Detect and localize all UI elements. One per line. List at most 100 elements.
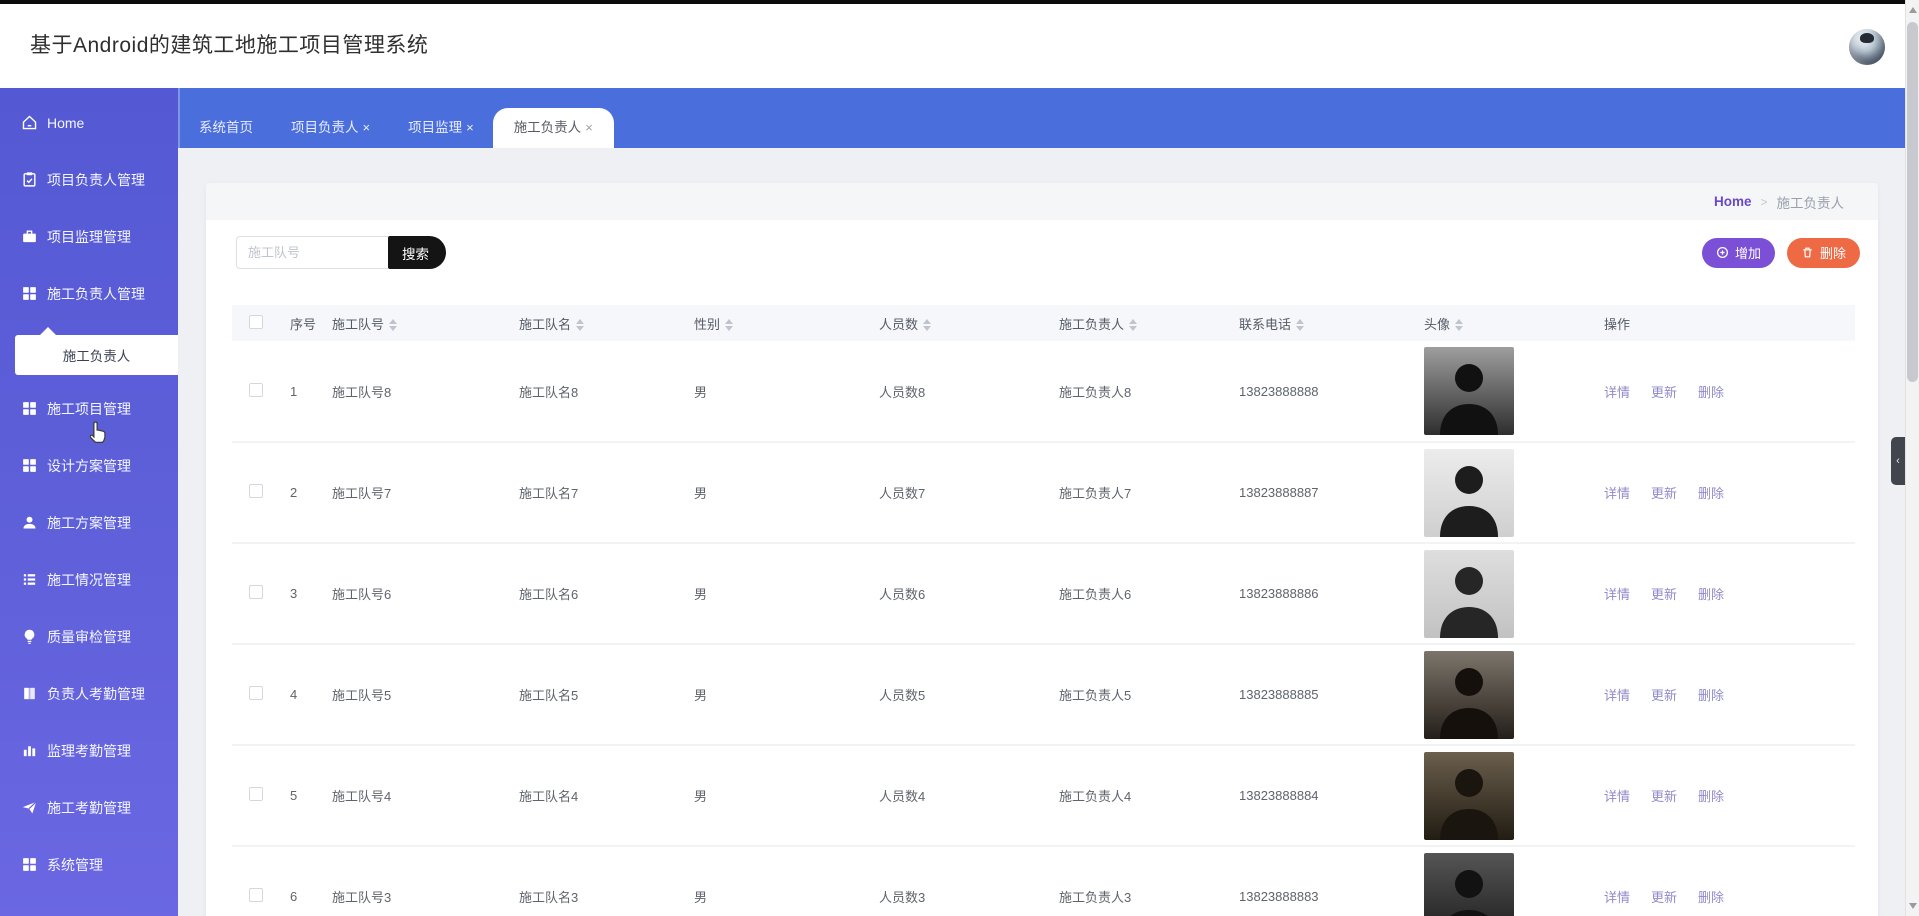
update-link[interactable]: 更新 — [1651, 890, 1677, 905]
tab-close-icon[interactable]: × — [466, 108, 474, 148]
cell-headcount: 人员数5 — [867, 644, 1047, 746]
tab-4[interactable]: 施工负责人 × — [492, 108, 614, 148]
table-row: 6 施工队号3 施工队名3 男 人员数3 施工负责人3 13823888883 … — [232, 846, 1855, 916]
sidebar-item-label: 项目监理管理 — [47, 228, 131, 245]
user-avatar[interactable] — [1849, 29, 1885, 65]
sort-caret-icon[interactable] — [923, 319, 932, 332]
tab-label: 施工负责人 — [513, 120, 582, 135]
delete-link[interactable]: 删除 — [1698, 486, 1724, 501]
cell-leader: 施工负责人3 — [1047, 846, 1227, 916]
update-link[interactable]: 更新 — [1651, 587, 1677, 602]
update-link[interactable]: 更新 — [1651, 486, 1677, 501]
column-header-6[interactable]: 施工负责人 — [1047, 305, 1227, 341]
sidebar-item-label: 系统管理 — [47, 856, 103, 873]
sidebar-item-3[interactable]: 项目监理管理 — [0, 208, 178, 265]
cell-avatar — [1412, 846, 1592, 916]
row-checkbox[interactable] — [249, 484, 263, 498]
delete-link[interactable]: 删除 — [1698, 789, 1724, 804]
sidebar-item-12[interactable]: 施工考勤管理 — [0, 779, 178, 836]
row-checkbox[interactable] — [249, 585, 263, 599]
column-label: 联系电话 — [1239, 316, 1292, 332]
delete-button[interactable]: 删除 — [1786, 237, 1860, 268]
add-button-label: 增加 — [1734, 246, 1761, 261]
detail-link[interactable]: 详情 — [1604, 385, 1630, 400]
person-silhouette-icon — [1449, 869, 1489, 916]
person-silhouette-icon — [1440, 465, 1498, 537]
home-icon — [21, 114, 38, 131]
column-header-7[interactable]: 联系电话 — [1227, 305, 1412, 341]
cell-avatar — [1412, 644, 1592, 746]
column-header-4[interactable]: 性别 — [682, 305, 867, 341]
tab-3[interactable]: 项目监理 × — [389, 108, 493, 148]
column-header-5[interactable]: 人员数 — [867, 305, 1047, 341]
update-link[interactable]: 更新 — [1651, 385, 1677, 400]
sidebar-item-2[interactable]: 项目负责人管理 — [0, 151, 178, 208]
sidebar-item-11[interactable]: 监理考勤管理 — [0, 722, 178, 779]
sidebar-item-7[interactable]: 施工方案管理 — [0, 494, 178, 551]
breadcrumb-home-link[interactable]: Home — [1714, 194, 1752, 209]
cell-headcount: 人员数8 — [867, 341, 1047, 443]
toolbar: 搜索 增加 删除 — [206, 236, 1878, 269]
detail-link[interactable]: 详情 — [1604, 890, 1630, 905]
add-button[interactable]: 增加 — [1701, 237, 1775, 268]
column-header-2[interactable]: 施工队号 — [320, 305, 507, 341]
sort-caret-icon[interactable] — [1296, 319, 1305, 332]
grid-icon — [21, 856, 38, 873]
row-checkbox[interactable] — [249, 888, 263, 902]
sidebar-item-label: 质量审检管理 — [47, 628, 131, 645]
search-input[interactable] — [236, 236, 388, 269]
tab-close-icon[interactable]: × — [363, 108, 371, 148]
column-header-3[interactable]: 施工队名 — [507, 305, 682, 341]
sort-caret-icon[interactable] — [725, 319, 734, 332]
scrollbar-thumb[interactable] — [1907, 22, 1918, 382]
sort-caret-icon[interactable] — [389, 319, 398, 332]
delete-link[interactable]: 删除 — [1698, 385, 1724, 400]
detail-link[interactable]: 详情 — [1604, 587, 1630, 602]
scroll-down-icon[interactable] — [1909, 903, 1917, 909]
column-header-8[interactable]: 头像 — [1412, 305, 1592, 341]
sidebar-item-5[interactable]: 施工项目管理 — [0, 380, 178, 437]
sort-caret-icon[interactable] — [1129, 319, 1138, 332]
table-row: 3 施工队号6 施工队名6 男 人员数6 施工负责人6 13823888886 … — [232, 543, 1855, 645]
avatar-photo — [1424, 852, 1514, 916]
tab-1[interactable]: 系统首页 — [180, 108, 272, 148]
collapse-panel-handle[interactable]: ‹ — [1891, 437, 1905, 485]
delete-link[interactable]: 删除 — [1698, 587, 1724, 602]
search-button[interactable]: 搜索 — [388, 236, 446, 269]
row-checkbox[interactable] — [249, 787, 263, 801]
update-link[interactable]: 更新 — [1651, 789, 1677, 804]
submenu-item-active[interactable]: 施工负责人 — [15, 335, 178, 375]
row-checkbox[interactable] — [249, 686, 263, 700]
table-row: 2 施工队号7 施工队名7 男 人员数7 施工负责人7 13823888887 … — [232, 442, 1855, 544]
cell-avatar — [1412, 341, 1592, 443]
sidebar-item-4[interactable]: 施工负责人管理 — [0, 265, 178, 322]
detail-link[interactable]: 详情 — [1604, 688, 1630, 703]
breadcrumb-separator-icon: > — [1760, 194, 1768, 209]
delete-link[interactable]: 删除 — [1698, 688, 1724, 703]
sidebar-item-10[interactable]: 负责人考勤管理 — [0, 665, 178, 722]
select-all-checkbox[interactable] — [249, 314, 263, 329]
sidebar-item-8[interactable]: 施工情况管理 — [0, 551, 178, 608]
sidebar-item-6[interactable]: 设计方案管理 — [0, 437, 178, 494]
sidebar-item-1[interactable]: Home — [0, 94, 178, 151]
row-checkbox[interactable] — [249, 382, 263, 397]
tab-label: 项目负责人 — [291, 120, 359, 135]
send-icon — [21, 799, 38, 816]
cell-team-name: 施工队名6 — [507, 543, 682, 645]
row-actions: 详情 更新 删除 — [1592, 442, 1855, 544]
sort-caret-icon[interactable] — [576, 319, 585, 332]
tab-close-icon[interactable]: × — [585, 108, 593, 148]
delete-link[interactable]: 删除 — [1698, 890, 1724, 905]
scroll-up-icon[interactable] — [1909, 7, 1917, 13]
update-link[interactable]: 更新 — [1651, 688, 1677, 703]
detail-link[interactable]: 详情 — [1604, 486, 1630, 501]
cell-index: 1 — [280, 341, 320, 443]
sidebar-item-9[interactable]: 质量审检管理 — [0, 608, 178, 665]
detail-link[interactable]: 详情 — [1604, 789, 1630, 804]
cell-team-name: 施工队名7 — [507, 442, 682, 544]
cell-leader: 施工负责人7 — [1047, 442, 1227, 544]
sidebar-item-13[interactable]: 系统管理 — [0, 836, 178, 893]
column-label: 性别 — [694, 316, 721, 332]
sort-caret-icon[interactable] — [1455, 319, 1464, 332]
tab-2[interactable]: 项目负责人 × — [272, 108, 389, 148]
